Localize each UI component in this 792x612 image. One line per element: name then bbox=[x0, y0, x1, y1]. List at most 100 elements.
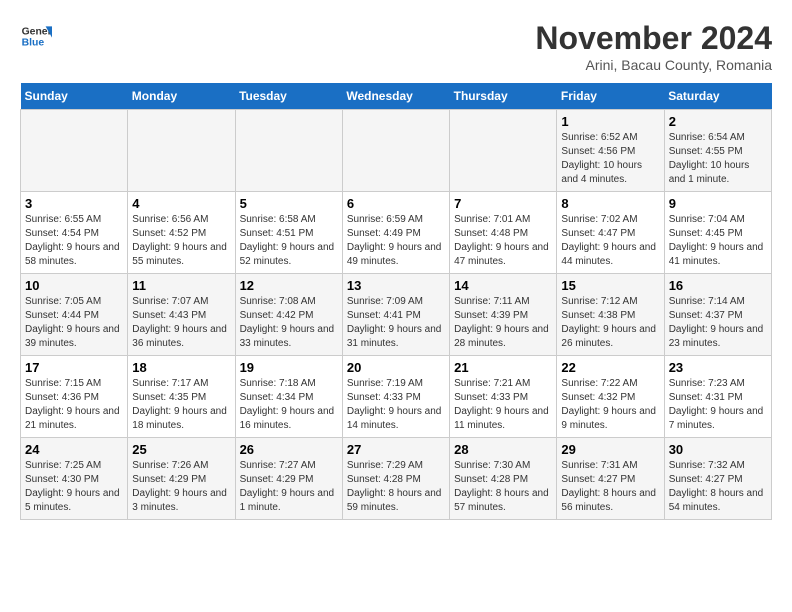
day-info: Sunrise: 7:29 AM Sunset: 4:28 PM Dayligh… bbox=[347, 459, 445, 515]
calendar-cell: 4 Sunrise: 6:56 AM Sunset: 4:52 PM Daylig… bbox=[128, 192, 235, 274]
weekday-header: Wednesday bbox=[342, 83, 449, 110]
calendar-cell bbox=[342, 110, 449, 192]
calendar-cell: 7 Sunrise: 7:01 AM Sunset: 4:48 PM Daylig… bbox=[450, 192, 557, 274]
calendar-cell: 29 Sunrise: 7:31 AM Sunset: 4:27 PM Dayli… bbox=[557, 438, 664, 520]
day-info: Sunrise: 7:11 AM Sunset: 4:39 PM Dayligh… bbox=[454, 295, 552, 351]
location-subtitle: Arini, Bacau County, Romania bbox=[535, 57, 772, 73]
calendar-cell: 2Sunrise: 6:54 AM Sunset: 4:55 PM Daylig… bbox=[664, 110, 771, 192]
calendar-cell: 6 Sunrise: 6:59 AM Sunset: 4:49 PM Daylig… bbox=[342, 192, 449, 274]
calendar-cell bbox=[21, 110, 128, 192]
day-info: Sunrise: 7:19 AM Sunset: 4:33 PM Dayligh… bbox=[347, 377, 445, 433]
calendar-table: SundayMondayTuesdayWednesdayThursdayFrid… bbox=[20, 83, 772, 520]
weekday-header: Friday bbox=[557, 83, 664, 110]
day-info: Sunrise: 7:02 AM Sunset: 4:47 PM Dayligh… bbox=[561, 213, 659, 269]
title-area: November 2024 Arini, Bacau County, Roman… bbox=[535, 20, 772, 73]
calendar-cell: 11Sunrise: 7:07 AM Sunset: 4:43 PM Dayli… bbox=[128, 274, 235, 356]
day-number: 8 bbox=[561, 196, 659, 211]
day-number: 5 bbox=[240, 196, 338, 211]
calendar-week: 10Sunrise: 7:05 AM Sunset: 4:44 PM Dayli… bbox=[21, 274, 772, 356]
calendar-week: 24Sunrise: 7:25 AM Sunset: 4:30 PM Dayli… bbox=[21, 438, 772, 520]
day-info: Sunrise: 7:15 AM Sunset: 4:36 PM Dayligh… bbox=[25, 377, 123, 433]
day-number: 2 bbox=[669, 114, 767, 129]
day-number: 6 bbox=[347, 196, 445, 211]
day-info: Sunrise: 7:26 AM Sunset: 4:29 PM Dayligh… bbox=[132, 459, 230, 515]
day-number: 13 bbox=[347, 278, 445, 293]
day-info: Sunrise: 7:21 AM Sunset: 4:33 PM Dayligh… bbox=[454, 377, 552, 433]
calendar-cell bbox=[450, 110, 557, 192]
logo: General Blue bbox=[20, 20, 52, 52]
calendar-cell: 25Sunrise: 7:26 AM Sunset: 4:29 PM Dayli… bbox=[128, 438, 235, 520]
day-number: 3 bbox=[25, 196, 123, 211]
day-info: Sunrise: 6:59 AM Sunset: 4:49 PM Dayligh… bbox=[347, 213, 445, 269]
day-info: Sunrise: 7:22 AM Sunset: 4:32 PM Dayligh… bbox=[561, 377, 659, 433]
calendar-cell: 30 Sunrise: 7:32 AM Sunset: 4:27 PM Dayli… bbox=[664, 438, 771, 520]
logo-icon: General Blue bbox=[20, 20, 52, 52]
day-number: 9 bbox=[669, 196, 767, 211]
calendar-cell: 14 Sunrise: 7:11 AM Sunset: 4:39 PM Dayli… bbox=[450, 274, 557, 356]
calendar-cell: 23Sunrise: 7:23 AM Sunset: 4:31 PM Dayli… bbox=[664, 356, 771, 438]
day-info: Sunrise: 7:04 AM Sunset: 4:45 PM Dayligh… bbox=[669, 213, 767, 269]
day-number: 14 bbox=[454, 278, 552, 293]
day-number: 18 bbox=[132, 360, 230, 375]
calendar-cell: 18Sunrise: 7:17 AM Sunset: 4:35 PM Dayli… bbox=[128, 356, 235, 438]
day-number: 20 bbox=[347, 360, 445, 375]
day-info: Sunrise: 6:55 AM Sunset: 4:54 PM Dayligh… bbox=[25, 213, 123, 269]
calendar-cell bbox=[128, 110, 235, 192]
calendar-cell: 20 Sunrise: 7:19 AM Sunset: 4:33 PM Dayli… bbox=[342, 356, 449, 438]
calendar-cell: 27 Sunrise: 7:29 AM Sunset: 4:28 PM Dayli… bbox=[342, 438, 449, 520]
calendar-cell: 10Sunrise: 7:05 AM Sunset: 4:44 PM Dayli… bbox=[21, 274, 128, 356]
day-info: Sunrise: 6:52 AM Sunset: 4:56 PM Dayligh… bbox=[561, 131, 659, 187]
weekday-header: Monday bbox=[128, 83, 235, 110]
day-number: 7 bbox=[454, 196, 552, 211]
day-number: 29 bbox=[561, 442, 659, 457]
day-info: Sunrise: 6:56 AM Sunset: 4:52 PM Dayligh… bbox=[132, 213, 230, 269]
day-number: 16 bbox=[669, 278, 767, 293]
day-info: Sunrise: 7:27 AM Sunset: 4:29 PM Dayligh… bbox=[240, 459, 338, 515]
weekday-header: Sunday bbox=[21, 83, 128, 110]
calendar-cell: 3 Sunrise: 6:55 AM Sunset: 4:54 PM Daylig… bbox=[21, 192, 128, 274]
header: General Blue November 2024 Arini, Bacau … bbox=[20, 20, 772, 73]
calendar-cell: 19Sunrise: 7:18 AM Sunset: 4:34 PM Dayli… bbox=[235, 356, 342, 438]
day-number: 27 bbox=[347, 442, 445, 457]
day-number: 15 bbox=[561, 278, 659, 293]
calendar-week: 17 Sunrise: 7:15 AM Sunset: 4:36 PM Dayli… bbox=[21, 356, 772, 438]
calendar-cell: 17 Sunrise: 7:15 AM Sunset: 4:36 PM Dayli… bbox=[21, 356, 128, 438]
calendar-cell: 5 Sunrise: 6:58 AM Sunset: 4:51 PM Daylig… bbox=[235, 192, 342, 274]
weekday-header: Tuesday bbox=[235, 83, 342, 110]
day-number: 26 bbox=[240, 442, 338, 457]
calendar-cell: 8 Sunrise: 7:02 AM Sunset: 4:47 PM Daylig… bbox=[557, 192, 664, 274]
day-info: Sunrise: 6:58 AM Sunset: 4:51 PM Dayligh… bbox=[240, 213, 338, 269]
day-number: 28 bbox=[454, 442, 552, 457]
svg-text:Blue: Blue bbox=[22, 38, 45, 49]
day-number: 17 bbox=[25, 360, 123, 375]
calendar-cell: 21 Sunrise: 7:21 AM Sunset: 4:33 PM Dayli… bbox=[450, 356, 557, 438]
day-number: 30 bbox=[669, 442, 767, 457]
day-number: 21 bbox=[454, 360, 552, 375]
calendar-week: 1 Sunrise: 6:52 AM Sunset: 4:56 PM Daylig… bbox=[21, 110, 772, 192]
day-info: Sunrise: 7:23 AM Sunset: 4:31 PM Dayligh… bbox=[669, 377, 767, 433]
day-number: 10 bbox=[25, 278, 123, 293]
calendar-cell: 16Sunrise: 7:14 AM Sunset: 4:37 PM Dayli… bbox=[664, 274, 771, 356]
weekday-header: Saturday bbox=[664, 83, 771, 110]
day-info: Sunrise: 7:12 AM Sunset: 4:38 PM Dayligh… bbox=[561, 295, 659, 351]
day-info: Sunrise: 7:32 AM Sunset: 4:27 PM Dayligh… bbox=[669, 459, 767, 515]
day-number: 12 bbox=[240, 278, 338, 293]
calendar-cell: 1 Sunrise: 6:52 AM Sunset: 4:56 PM Daylig… bbox=[557, 110, 664, 192]
day-info: Sunrise: 7:31 AM Sunset: 4:27 PM Dayligh… bbox=[561, 459, 659, 515]
calendar-week: 3 Sunrise: 6:55 AM Sunset: 4:54 PM Daylig… bbox=[21, 192, 772, 274]
day-info: Sunrise: 7:09 AM Sunset: 4:41 PM Dayligh… bbox=[347, 295, 445, 351]
calendar-body: 1 Sunrise: 6:52 AM Sunset: 4:56 PM Daylig… bbox=[21, 110, 772, 520]
day-number: 19 bbox=[240, 360, 338, 375]
day-number: 1 bbox=[561, 114, 659, 129]
calendar-cell bbox=[235, 110, 342, 192]
day-number: 4 bbox=[132, 196, 230, 211]
calendar-cell: 26 Sunrise: 7:27 AM Sunset: 4:29 PM Dayli… bbox=[235, 438, 342, 520]
month-title: November 2024 bbox=[535, 20, 772, 57]
calendar-cell: 15 Sunrise: 7:12 AM Sunset: 4:38 PM Dayli… bbox=[557, 274, 664, 356]
day-info: Sunrise: 7:25 AM Sunset: 4:30 PM Dayligh… bbox=[25, 459, 123, 515]
calendar-cell: 28Sunrise: 7:30 AM Sunset: 4:28 PM Dayli… bbox=[450, 438, 557, 520]
day-info: Sunrise: 7:01 AM Sunset: 4:48 PM Dayligh… bbox=[454, 213, 552, 269]
day-info: Sunrise: 7:07 AM Sunset: 4:43 PM Dayligh… bbox=[132, 295, 230, 351]
day-number: 22 bbox=[561, 360, 659, 375]
day-info: Sunrise: 7:08 AM Sunset: 4:42 PM Dayligh… bbox=[240, 295, 338, 351]
